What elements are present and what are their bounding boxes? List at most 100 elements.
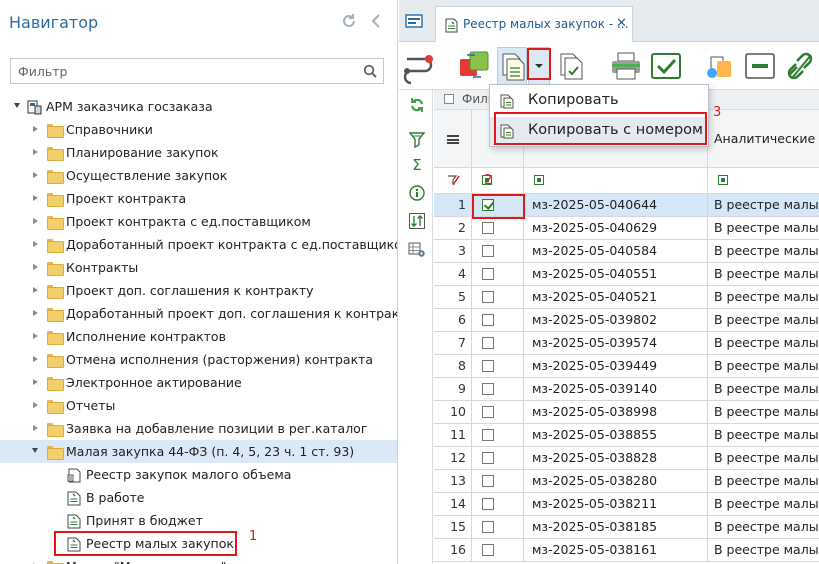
chevron-right-icon[interactable] [31,256,41,279]
grid-filter-analytic[interactable] [708,168,819,194]
tree-folder[interactable]: Планирование закупок [0,141,397,164]
tree-folder[interactable]: Осуществление закупок [0,164,397,187]
chevron-right-icon[interactable] [31,325,41,348]
tree-folder[interactable]: Доработанный проект контракта с ед.поста… [0,233,397,256]
row-checkbox[interactable] [482,452,494,464]
grid-header-analytic[interactable]: Аналитические пр [708,110,819,168]
row-checkbox[interactable] [482,360,494,372]
table-row[interactable]: 11 мз-2025-05-038855 В реестре малых [434,424,819,447]
row-checkbox[interactable] [482,544,494,556]
refresh-icon[interactable] [340,12,358,30]
table-row[interactable]: 16 мз-2025-05-038161 В реестре малых [434,539,819,562]
search-icon[interactable] [363,64,377,81]
chevron-left-icon[interactable] [368,12,386,30]
grid-filter-number[interactable] [524,168,708,194]
row-checkbox[interactable] [482,314,494,326]
transfer-icon[interactable] [457,47,491,85]
workflow-icon[interactable] [401,47,437,85]
tree-folder[interactable]: Малые "Малые закупки" [0,555,397,564]
desktop-icon[interactable] [405,14,423,28]
tree-folder[interactable]: Проект доп. соглашения к контракту [0,279,397,302]
filter-square-icon[interactable] [718,175,728,185]
close-icon[interactable]: ✕ [616,16,627,31]
row-checkbox[interactable] [482,406,494,418]
refresh-icon[interactable] [408,96,426,114]
tree-folder[interactable]: Отмена исполнения (расторжения) контракт… [0,348,397,371]
table-row[interactable]: 14 мз-2025-05-038211 В реестре малых [434,493,819,516]
grid-filter-clear-cell[interactable] [434,168,472,194]
filter-square-icon[interactable] [534,175,544,185]
chevron-right-icon[interactable] [31,348,41,371]
row-checkbox[interactable] [482,475,494,487]
row-checkbox[interactable] [482,245,494,257]
approve-icon[interactable] [649,47,683,85]
tree-leaf[interactable]: Реестр закупок малого объема [0,463,397,486]
chevron-right-icon[interactable] [31,302,41,325]
copy-button[interactable] [497,47,527,85]
chevron-right-icon[interactable] [31,371,41,394]
tree-folder[interactable]: Отчеты [0,394,397,417]
tree-root[interactable]: АРМ заказчика госзаказа [0,95,397,118]
sort-icon[interactable] [408,212,426,230]
table-row[interactable]: 7 мз-2025-05-039574 В реестре малых [434,332,819,355]
table-row[interactable]: 13 мз-2025-05-038280 В реестре малых [434,470,819,493]
row-checkbox[interactable] [482,268,494,280]
chevron-right-icon[interactable] [31,164,41,187]
tree-folder[interactable]: Исполнение контрактов [0,325,397,348]
table-row[interactable]: 12 мз-2025-05-038828 В реестре малых [434,447,819,470]
grid-filter-check[interactable] [472,168,524,194]
chevron-right-icon[interactable] [31,394,41,417]
tree-leaf[interactable]: В работе [0,486,397,509]
info-icon[interactable] [408,184,426,202]
link-icon[interactable] [783,47,817,85]
tree-folder[interactable]: Справочники [0,118,397,141]
menu-item-copy[interactable]: Копировать [490,87,708,115]
row-checkbox[interactable] [482,222,494,234]
tree-folder[interactable]: Контракты [0,256,397,279]
table-row[interactable]: 6 мз-2025-05-039802 В реестре малых [434,309,819,332]
row-checkbox[interactable] [482,498,494,510]
remove-icon[interactable] [743,47,777,85]
tree-folder[interactable]: Проект контракта с ед.поставщиком [0,210,397,233]
chevron-down-icon[interactable] [31,440,41,463]
row-checkbox[interactable] [482,521,494,533]
tree-folder[interactable]: Доработанный проект доп. соглашения к ко… [0,302,397,325]
table-row[interactable]: 2 мз-2025-05-040629 В реестре малых [434,217,819,240]
send-documents-icon[interactable] [703,47,737,85]
table-row[interactable]: 3 мз-2025-05-040584 В реестре малых [434,240,819,263]
columns-settings-icon[interactable] [408,240,426,258]
menu-icon[interactable] [447,135,459,144]
tab-registry[interactable]: Реестр малых закупок - ... ✕ [435,6,633,42]
table-row[interactable]: 9 мз-2025-05-039140 В реестре малых [434,378,819,401]
tree-folder[interactable]: Малая закупка 44-ФЗ (п. 4, 5, 23 ч. 1 ст… [0,440,397,463]
table-row[interactable]: 5 мз-2025-05-040521 В реестре малых [434,286,819,309]
chevron-right-icon[interactable] [31,210,41,233]
chevron-right-icon[interactable] [31,555,41,564]
tree-folder[interactable]: Заявка на добавление позиции в рег.катал… [0,417,397,440]
print-icon[interactable] [609,47,643,85]
tree-folder[interactable]: Проект контракта [0,187,397,210]
chevron-down-icon[interactable] [13,95,23,118]
chevron-right-icon[interactable] [31,187,41,210]
table-row[interactable]: 15 мз-2025-05-038185 В реестре малых [434,516,819,539]
table-row[interactable]: 8 мз-2025-05-039449 В реестре малых [434,355,819,378]
tree-leaf[interactable]: Принят в бюджет [0,509,397,532]
navigator-filter-input[interactable] [11,59,351,83]
chevron-right-icon[interactable] [31,118,41,141]
table-row[interactable]: 4 мз-2025-05-040551 В реестре малых [434,263,819,286]
row-checkbox[interactable] [482,291,494,303]
chevron-right-icon[interactable] [31,279,41,302]
sum-icon[interactable]: Σ [408,156,426,174]
navigator-filter[interactable] [10,58,384,84]
row-checkbox[interactable] [482,337,494,349]
filter-toggle-icon[interactable] [444,94,454,104]
document-check-icon[interactable] [557,47,587,85]
funnel-icon[interactable] [408,130,426,149]
table-row[interactable]: 10 мз-2025-05-038998 В реестре малых [434,401,819,424]
chevron-right-icon[interactable] [31,233,41,256]
chevron-right-icon[interactable] [31,141,41,164]
tree-folder[interactable]: Электронное актирование [0,371,397,394]
chevron-right-icon[interactable] [31,417,41,440]
row-checkbox[interactable] [482,429,494,441]
row-checkbox[interactable] [482,383,494,395]
